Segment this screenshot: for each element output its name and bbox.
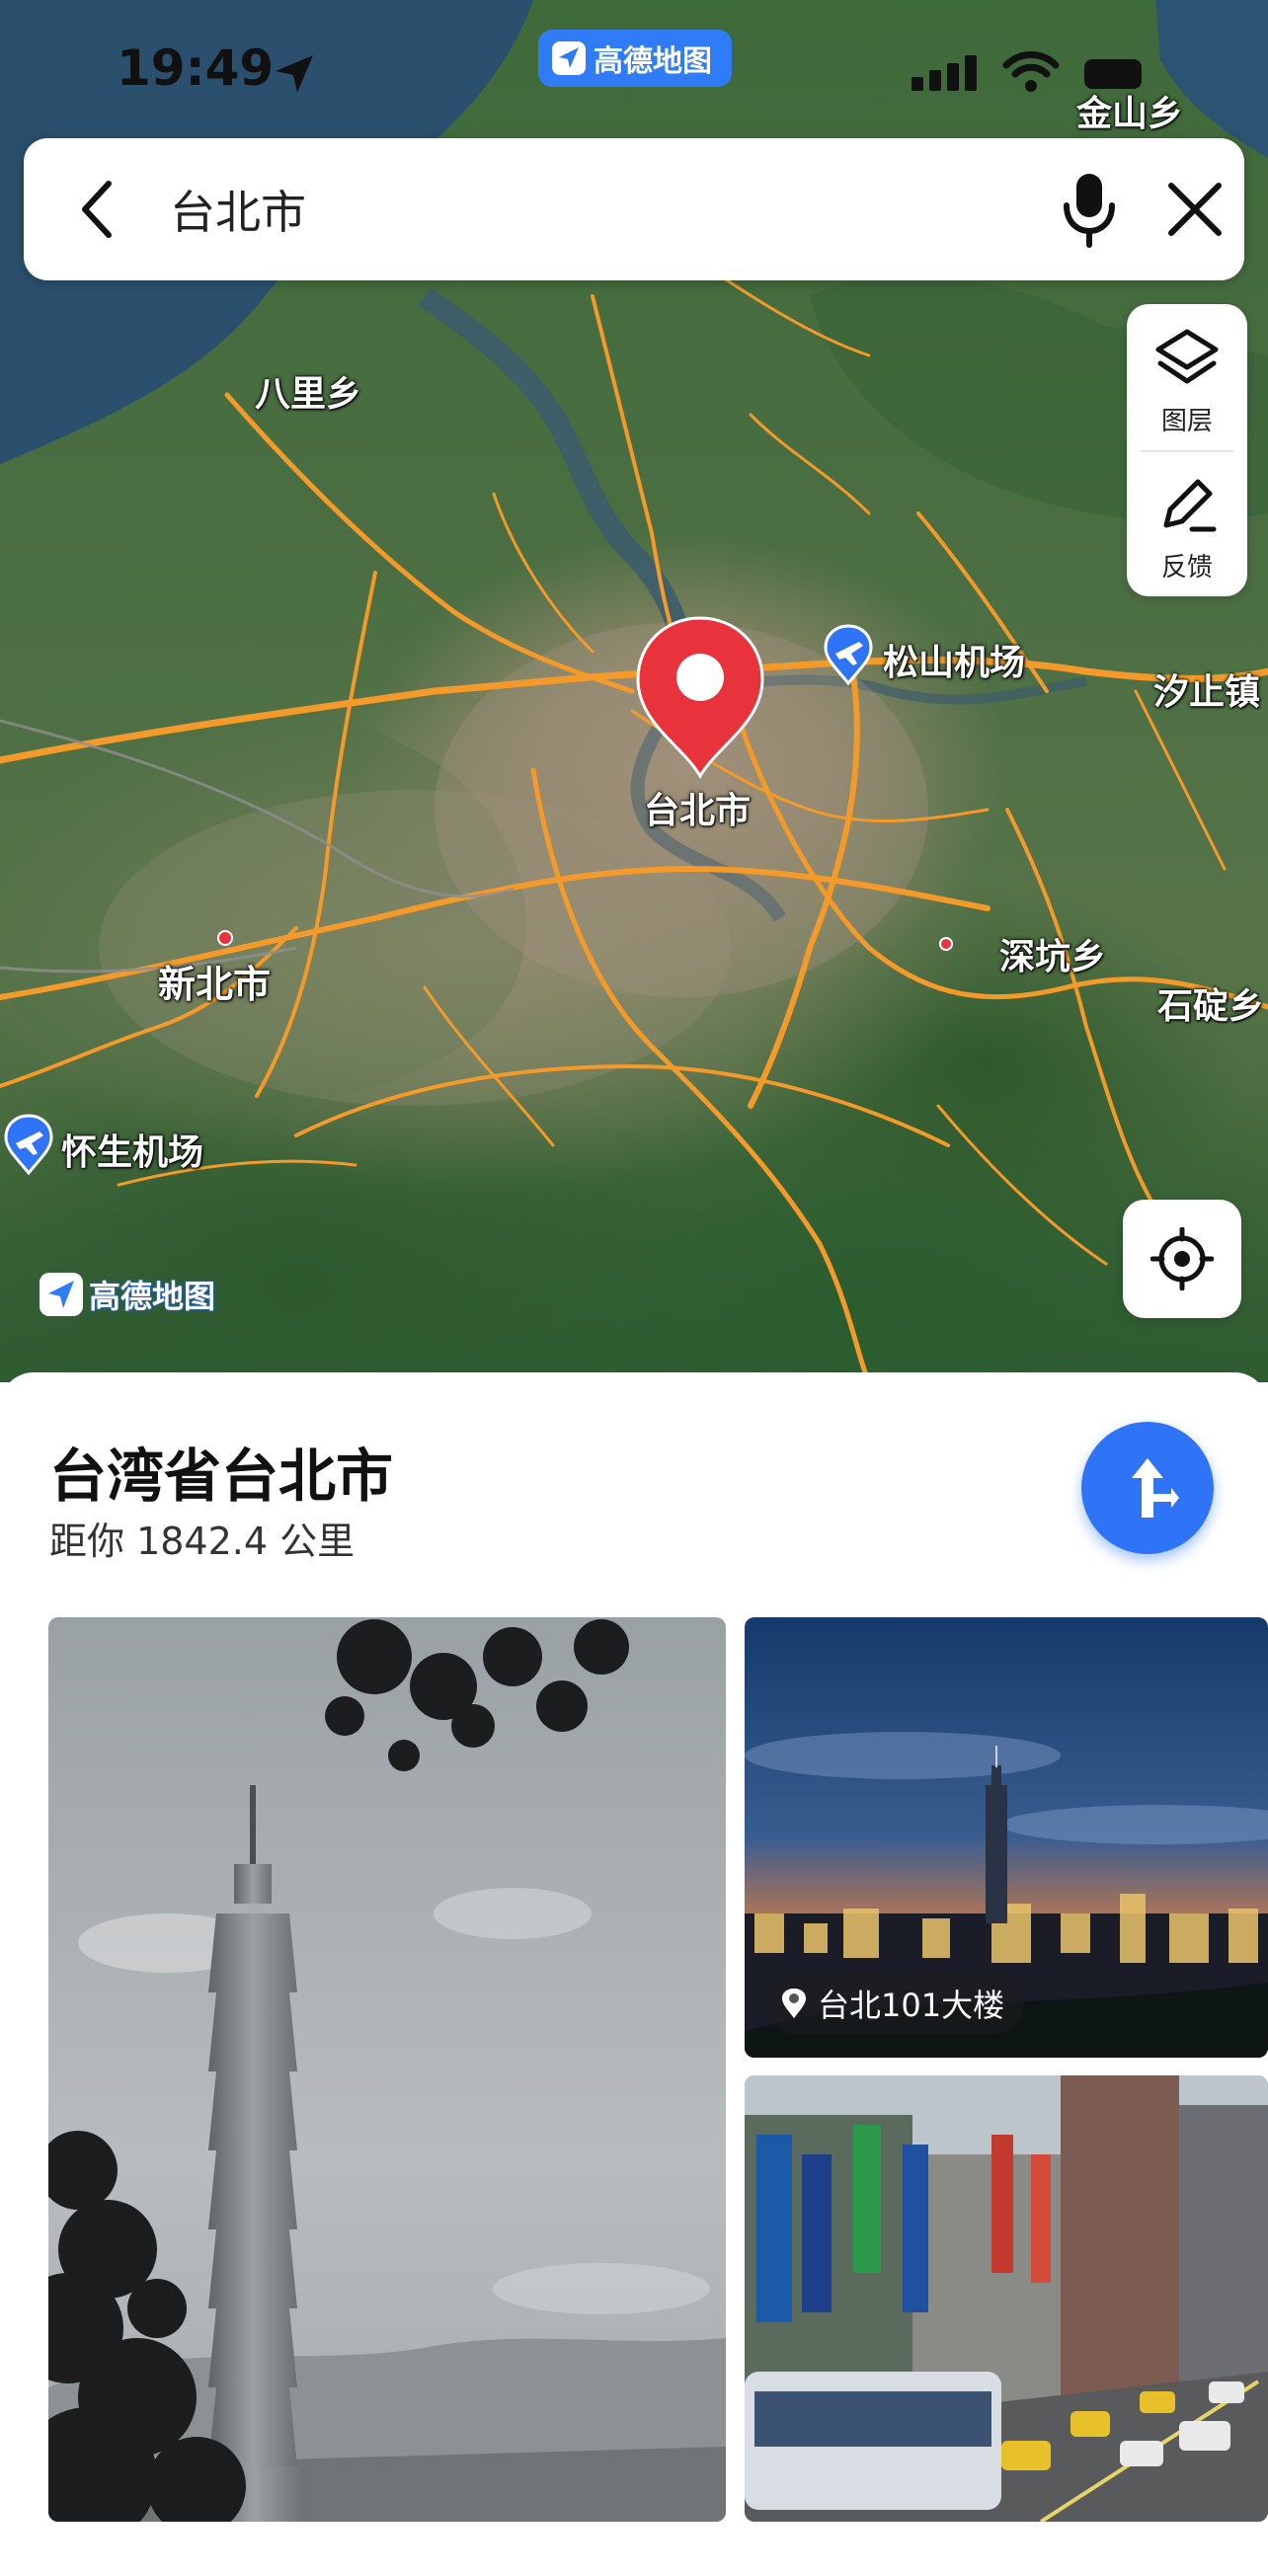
street-photo-image <box>745 2075 1268 2522</box>
watermark-label: 高德地图 <box>89 1278 216 1315</box>
locate-me-button[interactable] <box>1123 1200 1241 1318</box>
amap-logo-icon <box>40 1273 83 1316</box>
place-detail-sheet[interactable]: 台湾省台北市 距你 1842.4 公里 台北101大楼 <box>0 1372 1268 2576</box>
place-title: 台湾省台北市 <box>49 1443 394 1510</box>
place-photo-street[interactable] <box>745 2075 1268 2522</box>
map-watermark: 高德地图 <box>40 1272 215 1317</box>
photo-location-tag[interactable]: 台北101大楼 <box>764 1973 1025 2034</box>
place-photo-tower-bw[interactable] <box>48 1617 726 2522</box>
crosshair-icon <box>1150 1227 1214 1290</box>
place-distance: 距你 1842.4 公里 <box>49 1520 356 1563</box>
navigate-button[interactable] <box>1081 1422 1214 1554</box>
location-pin-icon[interactable] <box>632 614 768 780</box>
navigate-arrow-icon <box>1132 1458 1179 1518</box>
tower-photo-image <box>48 1617 726 2522</box>
place-photo-taipei101[interactable]: 台北101大楼 <box>745 1617 1268 2058</box>
map-view[interactable]: 19:49 高德地图 台北市 图层 反馈 金山乡 八里乡 松山机场 汐止镇 台北… <box>0 0 1268 1382</box>
map-pin-icon <box>782 1989 806 2018</box>
photo-tag-label: 台北101大楼 <box>818 1987 1005 2024</box>
